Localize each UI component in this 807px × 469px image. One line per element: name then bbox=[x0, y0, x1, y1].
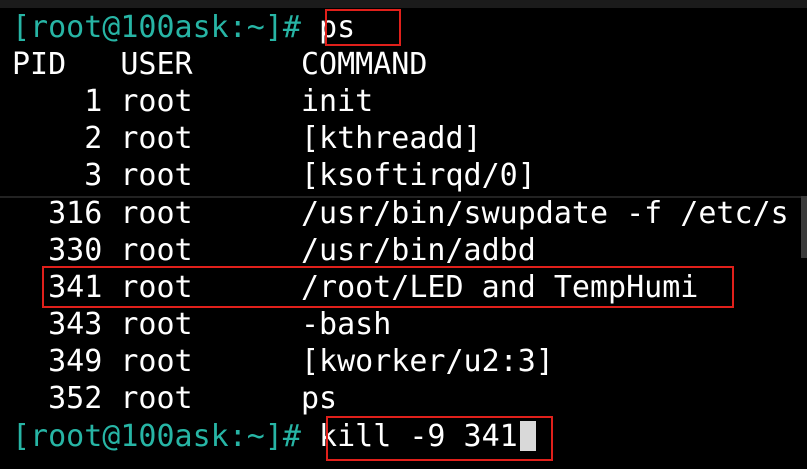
ps-header: PID USER COMMAND bbox=[12, 47, 428, 82]
highlight-box-ps bbox=[325, 9, 401, 46]
divider bbox=[0, 196, 807, 198]
shell-prompt: [root@100ask:~]# bbox=[12, 419, 301, 454]
process-row: 349 root [kworker/u2:3] bbox=[12, 344, 554, 379]
process-row: 343 root -bash bbox=[12, 307, 392, 342]
process-row: 330 root /usr/bin/adbd bbox=[12, 233, 536, 268]
process-row: 352 root ps bbox=[12, 381, 338, 416]
terminal-window: [root@100ask:~]# ps PID USER COMMAND 1 r… bbox=[0, 0, 807, 469]
highlight-box-process-341 bbox=[42, 266, 734, 308]
process-row: 3 root [ksoftirqd/0] bbox=[12, 158, 536, 193]
process-row: 2 root [kthreadd] bbox=[12, 121, 482, 156]
highlight-box-kill-command bbox=[326, 416, 553, 461]
scrollbar[interactable] bbox=[801, 196, 807, 258]
process-row: 316 root /usr/bin/swupdate -f /etc/s bbox=[12, 196, 789, 231]
process-row: 1 root init bbox=[12, 84, 374, 119]
shell-prompt: [root@100ask:~]# bbox=[12, 10, 301, 45]
prompt-line-ps: [root@100ask:~]# ps bbox=[12, 9, 355, 46]
previous-output-strip bbox=[0, 0, 807, 8]
